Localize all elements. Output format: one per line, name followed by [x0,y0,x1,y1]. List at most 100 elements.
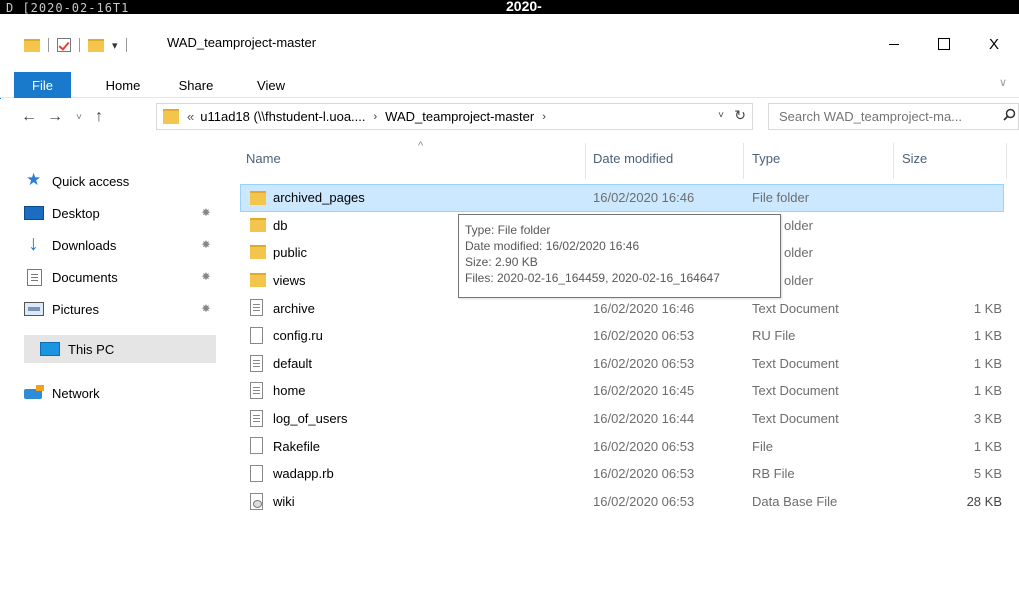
sort-ascending-icon: ^ [418,140,424,152]
column-header-size[interactable]: Size [902,151,927,166]
nav-item-label: This PC [68,341,115,357]
search-input[interactable] [779,109,999,124]
search-icon[interactable] [1003,108,1016,121]
file-row-log-of-users[interactable]: log_of_users 16/02/2020 16:44 Text Docum… [240,405,1019,433]
file-date: 16/02/2020 06:53 [593,438,695,454]
pin-icon: ✸ [197,301,213,317]
file-date: 16/02/2020 06:53 [593,493,695,509]
file-list: ^ Name Date modified Type Size archived_… [226,135,1019,593]
nav-item-label: Documents [52,269,118,285]
close-button[interactable]: X [969,28,1019,60]
tab-home[interactable]: Home [93,72,153,98]
recent-locations-button[interactable]: ˅ [68,106,90,128]
column-header-date-modified[interactable]: Date modified [593,151,673,166]
tab-view[interactable]: View [246,72,296,98]
file-row-wadapp-rb[interactable]: wadapp.rb 16/02/2020 06:53 RB File 5 KB [240,460,1019,488]
column-divider[interactable] [743,143,744,179]
nav-item-label: Desktop [52,205,100,221]
properties-icon[interactable] [57,38,71,52]
minimize-button[interactable] [869,28,919,60]
file-row-wiki[interactable]: wiki 16/02/2020 06:53 Data Base File 28 … [240,488,1019,516]
file-date: 16/02/2020 16:46 [593,300,695,316]
file-name: db [273,217,288,233]
file-type: older [784,217,813,233]
file-name: archive [273,300,315,316]
column-header-name[interactable]: Name [246,151,281,166]
folder-icon [250,217,266,232]
pin-icon: ✸ [197,269,213,285]
folder-icon [163,109,179,124]
nav-item-this-pc[interactable]: This PC [24,335,216,363]
file-type: Text Document [752,355,839,371]
breadcrumb-overflow[interactable]: « [187,109,194,124]
file-row-archive[interactable]: archive 16/02/2020 16:46 Text Document 1… [240,294,1019,322]
background-strip: D [2020-02-16T1 2020- [0,0,1019,14]
file-row-rakefile[interactable]: Rakefile 16/02/2020 06:53 File 1 KB [240,432,1019,460]
file-type: Text Document [752,383,839,399]
tab-share[interactable]: Share [170,72,222,98]
nav-item-desktop[interactable]: Desktop ✸ [24,199,216,227]
back-button[interactable]: ← [18,106,40,128]
star-icon [24,170,44,190]
address-history-dropdown[interactable]: ˅ [718,110,724,121]
file-icon [250,326,263,344]
up-button[interactable]: ↑ [88,106,110,128]
column-divider[interactable] [893,143,894,179]
file-name: views [273,273,306,289]
breadcrumb-separator[interactable]: › [542,111,546,123]
file-type: Text Document [752,300,839,316]
nav-item-downloads[interactable]: Downloads ✸ [24,231,216,259]
file-name: home [273,383,306,399]
quick-access-toolbar: ▾ [24,34,135,56]
folder-icon [24,38,40,52]
file-size: 1 KB [973,328,1002,344]
breadcrumb-current-folder[interactable]: WAD_teamproject-master [385,109,534,124]
column-header-type[interactable]: Type [752,151,780,166]
file-row-home[interactable]: home 16/02/2020 16:45 Text Document 1 KB [240,377,1019,405]
file-date: 16/02/2020 06:53 [593,328,695,344]
file-size: 3 KB [973,411,1002,427]
file-name: public [273,245,307,261]
breadcrumb-separator[interactable]: › [374,111,378,123]
file-row-archived-pages[interactable]: archived_pages 16/02/2020 16:46 File fol… [240,184,1004,212]
search-box[interactable] [768,103,1019,130]
computer-icon [40,342,60,356]
nav-item-documents[interactable]: Documents ✸ [24,263,216,291]
column-divider[interactable] [1006,143,1007,179]
toolbar-divider [125,38,127,52]
file-row-default[interactable]: default 16/02/2020 06:53 Text Document 1… [240,350,1019,378]
navigation-pane: Quick access Desktop ✸ Downloads ✸ Docum… [0,135,226,593]
expand-ribbon-chevron-icon[interactable]: ∨ [999,76,1007,89]
address-bar[interactable]: « u11ad18 (\\fhstudent-l.uoa.... › WAD_t… [156,103,753,130]
file-icon [250,464,263,482]
file-row-config-ru[interactable]: config.ru 16/02/2020 06:53 RU File 1 KB [240,322,1019,350]
ribbon-tabs: File Home Share View ∨ [0,62,1019,98]
folder-info-tooltip: Type: File folder Date modified: 16/02/2… [458,214,781,298]
file-type: Text Document [752,411,839,427]
nav-quick-access[interactable]: Quick access [24,167,216,195]
file-name: Rakefile [273,438,320,454]
file-date: 16/02/2020 16:44 [593,411,695,427]
maximize-button[interactable] [919,28,969,60]
new-folder-icon[interactable] [88,38,104,52]
background-text-left: D [2020-02-16T1 [6,1,130,14]
pin-icon: ✸ [197,205,213,221]
column-divider[interactable] [585,143,586,179]
file-name: default [273,355,313,371]
toolbar-divider [48,38,49,52]
breadcrumb-drive[interactable]: u11ad18 (\\fhstudent-l.uoa.... [200,109,365,124]
file-name: wadapp.rb [273,466,334,482]
nav-item-pictures[interactable]: Pictures ✸ [24,295,216,323]
file-date: 16/02/2020 16:46 [593,190,695,206]
nav-item-network[interactable]: Network [24,379,216,407]
toolbar-divider [79,38,80,52]
refresh-icon[interactable]: ↻ [734,107,746,124]
customize-toolbar-chevron-icon[interactable]: ▾ [112,39,118,52]
file-type: older [784,245,813,261]
file-type: Data Base File [752,493,838,509]
file-type: older [784,273,813,289]
forward-button[interactable]: → [44,106,66,128]
file-size: 5 KB [973,466,1002,482]
tab-file[interactable]: File [14,72,71,98]
folder-icon [250,272,266,287]
